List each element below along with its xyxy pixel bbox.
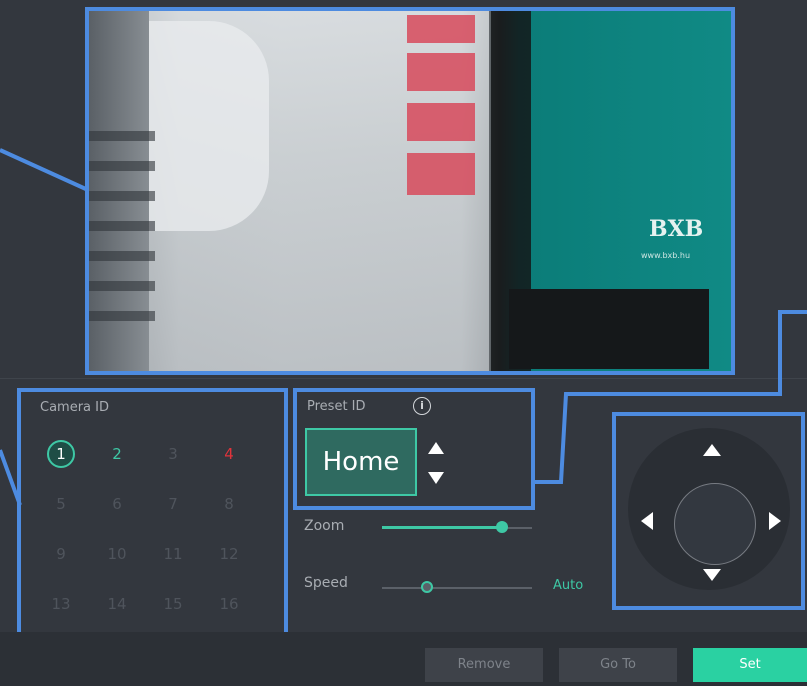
preset-id-title: Preset ID: [307, 399, 366, 414]
speed-slider-handle[interactable]: [421, 581, 433, 593]
preview-sticky-note: [407, 153, 475, 195]
preview-blind: [89, 191, 155, 201]
camera-id-9[interactable]: 9: [46, 539, 76, 569]
set-button[interactable]: Set: [693, 648, 807, 682]
right-arrow-icon[interactable]: [769, 512, 781, 530]
preview-blind: [89, 221, 155, 231]
zoom-slider-handle[interactable]: [496, 521, 508, 533]
zoom-fill: [382, 526, 502, 529]
action-bar: [0, 632, 807, 686]
preview-logo: BXB: [649, 216, 704, 242]
preview-blind: [89, 161, 155, 171]
camera-id-5[interactable]: 5: [46, 489, 76, 519]
preview-blind: [89, 251, 155, 261]
zoom-label: Zoom: [304, 518, 345, 534]
preset-value[interactable]: Home: [305, 428, 417, 496]
camera-id-4[interactable]: 4: [214, 439, 244, 469]
camera-id-6[interactable]: 6: [102, 489, 132, 519]
camera-id-7[interactable]: 7: [158, 489, 188, 519]
info-icon[interactable]: i: [413, 397, 431, 415]
arrow-down-icon[interactable]: [428, 472, 444, 484]
camera-id-3[interactable]: 3: [158, 439, 188, 469]
preview-device: [509, 289, 709, 369]
camera-id-16[interactable]: 16: [214, 589, 244, 619]
preview-logo-sub: www.bxb.hu: [641, 251, 691, 260]
preset-id-panel: Preset ID i Home: [293, 388, 535, 510]
remove-button[interactable]: Remove: [425, 648, 543, 682]
speed-auto-label[interactable]: Auto: [553, 578, 583, 593]
camera-id-title: Camera ID: [40, 400, 109, 415]
preview-clock: [149, 21, 269, 231]
camera-id-2[interactable]: 2: [102, 439, 132, 469]
preview-blind: [89, 281, 155, 291]
camera-preview[interactable]: BXB www.bxb.hu: [85, 7, 735, 375]
preview-sticky-note: [407, 53, 475, 91]
camera-id-14[interactable]: 14: [102, 589, 132, 619]
ptz-center-button[interactable]: [674, 483, 756, 565]
camera-id-8[interactable]: 8: [214, 489, 244, 519]
camera-id-panel: Camera ID 1 2 3 4 5 6 7 8 9 10 11 12 13 14 15 16: [17, 388, 288, 638]
camera-id-13[interactable]: 13: [46, 589, 76, 619]
ptz-control-panel: [612, 412, 805, 610]
up-arrow-icon[interactable]: [703, 444, 721, 456]
camera-id-12[interactable]: 12: [214, 539, 244, 569]
speed-track[interactable]: [382, 587, 532, 589]
camera-id-10[interactable]: 10: [102, 539, 132, 569]
arrow-up-icon[interactable]: [428, 442, 444, 454]
preview-sticky-note: [407, 15, 475, 43]
camera-id-1[interactable]: 1: [47, 440, 75, 468]
preview-blind: [89, 131, 155, 141]
preview-sticky-note: [407, 103, 475, 141]
speed-label: Speed: [304, 575, 348, 591]
camera-id-11[interactable]: 11: [158, 539, 188, 569]
goto-button[interactable]: Go To: [559, 648, 677, 682]
preview-blind: [89, 311, 155, 321]
camera-id-15[interactable]: 15: [158, 589, 188, 619]
down-arrow-icon[interactable]: [703, 569, 721, 581]
left-arrow-icon[interactable]: [641, 512, 653, 530]
divider-top: [0, 378, 807, 379]
